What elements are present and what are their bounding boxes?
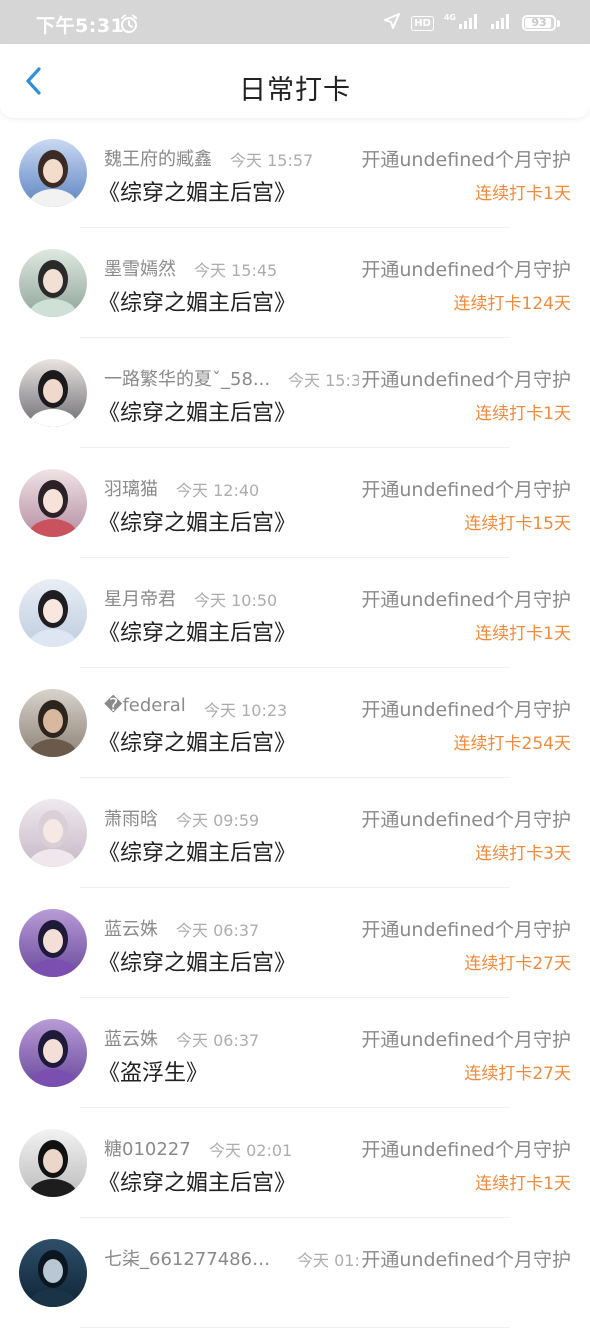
checkin-time: 今天 12:40 xyxy=(176,481,260,500)
avatar[interactable] xyxy=(19,359,87,427)
streak-text: 连续打卡3天 xyxy=(475,844,571,864)
user-name[interactable]: 星月帝君 xyxy=(104,585,176,611)
header-bar: 日常打卡 xyxy=(0,44,590,118)
avatar[interactable] xyxy=(19,249,87,317)
avatar[interactable] xyxy=(19,1239,87,1307)
streak-text: 连续打卡27天 xyxy=(464,954,571,974)
checkin-time: 今天 06:37 xyxy=(176,1031,260,1050)
list-item[interactable]: 糖010227 今天 02:01 《综穿之媚主后宫》 开通undefined个月守护连… xyxy=(0,1108,590,1218)
avatar[interactable] xyxy=(19,799,87,867)
checkin-list: 魏王府的臧鑫 今天 15:57 《综穿之媚主后宫》 开通undefined个月守护 连续… xyxy=(0,118,590,1328)
page-title: 日常打卡 xyxy=(239,75,351,106)
book-title[interactable]: 《综穿之媚主后宫》 xyxy=(98,395,296,427)
avatar[interactable] xyxy=(19,689,87,757)
avatar[interactable] xyxy=(19,469,87,537)
signal-icon-2 xyxy=(490,13,512,33)
checkin-time: 今天 02:01 xyxy=(209,1141,293,1160)
signal-icon xyxy=(458,13,480,33)
list-item[interactable]: 蓝云姝 今天 06:37 《盗浮生》 开通undefined个月守护连续打卡27天 xyxy=(0,998,590,1108)
guard-text: 开通undefined个月守护 xyxy=(359,365,571,392)
guard-text: 开通undefined个月守护 xyxy=(359,1245,571,1272)
user-name[interactable]: 七柒_6612774868... xyxy=(104,1245,279,1271)
avatar[interactable] xyxy=(19,1019,87,1087)
list-item[interactable]: 魏王府的臧鑫 今天 15:57 《综穿之媚主后宫》 开通undefined个月守护连续… xyxy=(0,118,590,228)
list-item[interactable]: 一路繁华的夏ˇ_58... 今天 15:3 《综穿之媚主后宫》 开通undefined… xyxy=(0,338,590,448)
streak-text: 连续打卡124天 xyxy=(453,294,571,314)
user-name[interactable]: 萧雨晗 xyxy=(104,805,158,831)
book-title[interactable]: 《综穿之媚主后宫》 xyxy=(98,175,296,207)
list-item[interactable]: 蓝云姝 今天 06:37 《综穿之媚主后宫》 开通undefined个月守护连续打卡2… xyxy=(0,888,590,998)
streak-text: 连续打卡1天 xyxy=(475,1174,571,1194)
streak-text: 连续打卡254天 xyxy=(453,734,571,754)
user-name[interactable]: 蓝云姝 xyxy=(104,915,158,941)
battery-level: 93 xyxy=(531,16,547,29)
streak-text: 连续打卡27天 xyxy=(464,1064,571,1084)
streak-text: 连续打卡1天 xyxy=(475,184,571,204)
book-title[interactable]: 《综穿之媚主后宫》 xyxy=(98,505,296,537)
checkin-time: 今天 06:37 xyxy=(176,921,260,940)
checkin-time: 今天 10:50 xyxy=(194,591,278,610)
book-title[interactable]: 《综穿之媚主后宫》 xyxy=(98,725,296,757)
list-item[interactable]: 星月帝君 今天 10:50 《综穿之媚主后宫》 开通undefined个月守护连续打卡… xyxy=(0,558,590,668)
battery-icon: 93 xyxy=(522,15,560,31)
guard-text: 开通undefined个月守护 xyxy=(359,1135,571,1162)
list-item[interactable]: 萧雨晗 今天 09:59 《综穿之媚主后宫》 开通undefined个月守护连续打卡3… xyxy=(0,778,590,888)
checkin-time: 今天 15:45 xyxy=(194,261,278,280)
guard-text: 开通undefined个月守护 xyxy=(359,255,571,282)
user-name[interactable]: 墨雪嫣然 xyxy=(104,255,176,281)
guard-text: 开通undefined个月守护 xyxy=(359,805,571,832)
checkin-time: 今天 09:59 xyxy=(176,811,260,830)
user-name[interactable]: 一路繁华的夏ˇ_58... xyxy=(104,365,270,391)
checkin-time: 今天 10:23 xyxy=(204,701,288,720)
guard-text: 开通undefined个月守护 xyxy=(359,475,571,502)
book-title[interactable]: 《综穿之媚主后宫》 xyxy=(98,945,296,977)
status-icons: HD 4G 93 xyxy=(383,12,560,34)
streak-text: 连续打卡1天 xyxy=(475,624,571,644)
status-time: 下午5:31 xyxy=(36,15,125,37)
avatar[interactable] xyxy=(19,1129,87,1197)
guard-text: 开通undefined个月守护 xyxy=(359,915,571,942)
user-name[interactable]: 糖010227 xyxy=(104,1135,191,1161)
streak-text: 连续打卡15天 xyxy=(464,514,571,534)
book-title[interactable]: 《盗浮生》 xyxy=(98,1055,208,1087)
user-name[interactable]: 羽璃猫 xyxy=(104,475,158,501)
location-icon xyxy=(383,12,401,34)
book-title[interactable]: 《综穿之媚主后宫》 xyxy=(98,1165,296,1197)
book-title[interactable]: 《综穿之媚主后宫》 xyxy=(98,835,296,867)
checkin-time: 今天 15:3 xyxy=(288,371,362,390)
guard-text: 开通undefined个月守护 xyxy=(359,145,571,172)
avatar[interactable] xyxy=(19,909,87,977)
user-name[interactable]: 蓝云姝 xyxy=(104,1025,158,1051)
status-bar: 下午5:31 HD 4G 93 xyxy=(0,0,590,44)
streak-text: 连续打卡1天 xyxy=(475,404,571,424)
avatar[interactable] xyxy=(19,579,87,647)
list-item[interactable]: 墨雪嫣然 今天 15:45 《综穿之媚主后宫》 开通undefined个月守护连续打卡… xyxy=(0,228,590,338)
network-type: 4G xyxy=(443,12,456,22)
book-title[interactable]: 《综穿之媚主后宫》 xyxy=(98,615,296,647)
hd-badge: HD xyxy=(411,15,434,31)
checkin-time: 今天 15:57 xyxy=(230,151,314,170)
alarm-icon xyxy=(119,14,139,38)
guard-text: 开通undefined个月守护 xyxy=(359,585,571,612)
list-item[interactable]: 羽璃猫 今天 12:40 《综穿之媚主后宫》 开通undefined个月守护连续打卡1… xyxy=(0,448,590,558)
list-item[interactable]: 七柒_6612774868... 今天 01:1 开通undefined个月守护 xyxy=(0,1218,590,1328)
list-item[interactable]: �federal 今天 10:23 《综穿之媚主后宫》 开通undefined个月守护… xyxy=(0,668,590,778)
user-name[interactable]: 魏王府的臧鑫 xyxy=(104,145,212,171)
user-name[interactable]: �federal xyxy=(104,695,186,716)
guard-text: 开通undefined个月守护 xyxy=(359,1025,571,1052)
avatar[interactable] xyxy=(19,139,87,207)
guard-text: 开通undefined个月守护 xyxy=(359,695,571,722)
book-title[interactable]: 《综穿之媚主后宫》 xyxy=(98,285,296,317)
